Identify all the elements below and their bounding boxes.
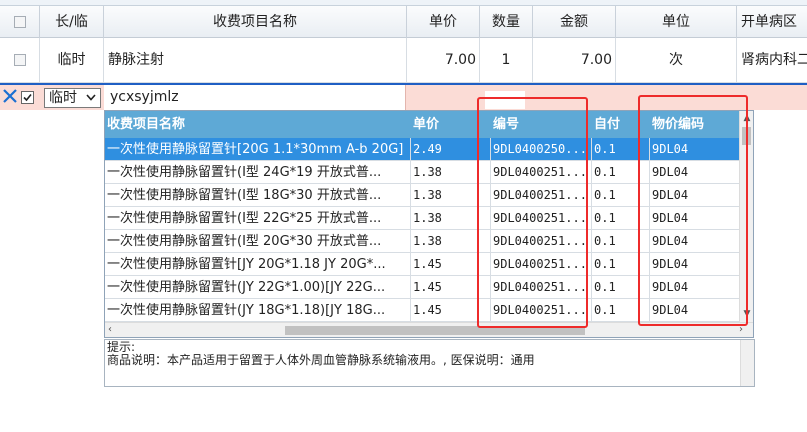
row-price: 7.00 (407, 38, 480, 83)
dd-col-name[interactable]: 收费项目名称 (105, 111, 410, 138)
select-all-checkbox[interactable] (0, 6, 40, 38)
col-header-ward[interactable]: 开单病区 (737, 6, 807, 38)
col-header-amount[interactable]: 金额 (533, 6, 616, 38)
dd-item-name: 一次性使用静脉留置针(I型 22G*25 开放式普... (105, 207, 411, 230)
hint-panel: 提示: 商品说明：本产品适用于留置于人体外周血管静脉系统输液用。, 医保说明：通… (104, 339, 755, 387)
grid-header: 长/临 收费项目名称 单价 数量 金额 单位 开单病区 (0, 6, 807, 38)
order-type-select[interactable]: 临时 (44, 88, 101, 108)
cancel-icon[interactable] (2, 87, 18, 105)
col-header-qty[interactable]: 数量 (480, 6, 533, 38)
dd-item-name: 一次性使用静脉留置针(I型 18G*30 开放式普... (105, 184, 411, 207)
dd-item-name: 一次性使用静脉留置针(I型 20G*30 开放式普... (105, 230, 411, 253)
col-header-unit[interactable]: 单位 (616, 6, 737, 38)
col-header-type[interactable]: 长/临 (40, 6, 104, 38)
dd-item-name: 一次性使用静脉留置针(JY 18G*1.18)[JY 18G... (105, 299, 411, 322)
edit-row-checkbox[interactable] (21, 91, 34, 104)
table-row[interactable]: 临时 静脉注射 7.00 1 7.00 次 肾病内科二 (0, 38, 807, 83)
item-search-input[interactable]: ycxsyjmlz (110, 85, 179, 110)
dd-item-name: 一次性使用静脉留置针(JY 22G*1.00)[JY 22G... (105, 276, 411, 299)
scroll-left-icon[interactable]: ‹ (108, 325, 118, 335)
col-header-price[interactable]: 单价 (407, 6, 480, 38)
row-item-name: 静脉注射 (104, 38, 407, 83)
dd-item-name: 一次性使用静脉留置针[JY 20G*1.18 JY 20G*... (105, 253, 411, 276)
col-header-name[interactable]: 收费项目名称 (104, 6, 407, 38)
annotation-box-code (477, 97, 588, 328)
order-type-value: 临时 (49, 90, 77, 106)
order-entry-screen: 长/临 收费项目名称 单价 数量 金额 单位 开单病区 临时 静脉注射 7.00… (0, 0, 807, 432)
annotation-box-price-code (638, 95, 748, 326)
hint-text: 商品说明：本产品适用于留置于人体外周血管静脉系统输液用。, 医保说明：通用 (107, 353, 535, 367)
row-type: 临时 (40, 38, 104, 83)
hint-scrollbar[interactable] (740, 340, 754, 386)
row-checkbox[interactable] (0, 38, 40, 83)
row-unit: 次 (616, 38, 737, 83)
row-amount: 7.00 (533, 38, 616, 83)
dd-item-name: 一次性使用静脉留置针(I型 24G*19 开放式普... (105, 161, 411, 184)
scroll-right-icon[interactable]: › (739, 325, 749, 335)
row-qty: 1 (480, 38, 533, 83)
checkmark-icon (23, 93, 32, 102)
chevron-down-icon (86, 94, 96, 101)
dd-item-name: 一次性使用静脉留置针[20G 1.1*30mm A-b 20G] (105, 138, 411, 161)
row-ward: 肾病内科二 (741, 52, 807, 68)
